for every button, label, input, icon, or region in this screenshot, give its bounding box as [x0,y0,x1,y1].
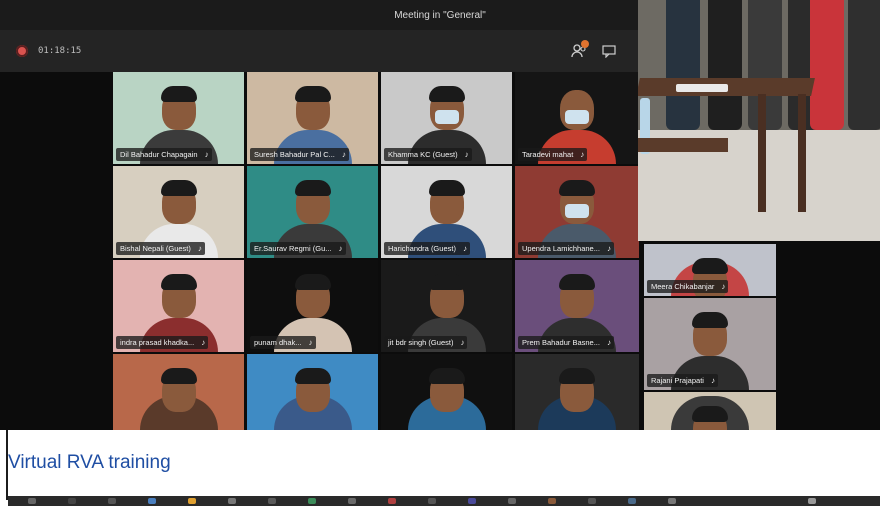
mic-icon: ♪ [462,244,467,253]
participant-tile[interactable]: jit bdr singh (Guest) ♪ [381,260,512,352]
participant-hair [428,180,465,196]
participant-hair [559,368,595,384]
participant-hair [692,258,728,274]
mic-icon: ♪ [721,282,726,291]
meeting-window: Meeting in "General" 01:18:15 Dil Bahadu… [0,0,880,430]
window-title: Meeting in "General" [394,9,486,21]
participant-hair [559,274,595,290]
mic-icon: ♪ [580,150,585,159]
participant-tile[interactable] [247,354,378,430]
participant-name: Meera Chikabanjar ♪ [647,280,729,293]
participant-tile[interactable]: Prem Bahadur Basne... ♪ [515,260,639,352]
room-photo [638,0,880,241]
participant-tile[interactable]: Suresh Bahadur Pal C... ♪ [247,72,378,164]
participant-tile[interactable]: Taradevi mahat ♪ [515,72,639,164]
mic-icon: ♪ [464,150,469,159]
meeting-timer: 01:18:15 [38,46,82,56]
participant-hair [428,274,465,290]
participant-name-text: indra prasad khadka... [120,338,195,347]
participant-name: Prem Bahadur Basne... ♪ [518,336,614,349]
face-mask [565,110,589,124]
face-mask [565,204,589,218]
participant-name-text: Bishal Nepali (Guest) [120,244,191,253]
participant-hair [294,368,331,384]
participant-hair [428,86,465,102]
participant-name: Khamma KC (Guest) ♪ [384,148,472,161]
mic-icon: ♪ [204,150,209,159]
mic-icon: ♪ [710,376,715,385]
participant-tile[interactable]: Dil Bahadur Chapagain ♪ [113,72,244,164]
participant-name: Er.Saurav Regmi (Gu... ♪ [250,242,346,255]
participant-tile[interactable]: Khamma KC (Guest) ♪ [381,72,512,164]
mic-icon: ♪ [341,150,346,159]
participant-name: Taradevi mahat ♪ [518,148,588,161]
participant-tile[interactable]: indra prasad khadka... ♪ [113,260,244,352]
mic-icon: ♪ [308,338,313,347]
participant-tile[interactable] [515,354,639,430]
mic-icon: ♪ [606,244,611,253]
participant-hair [294,86,331,102]
participant-name: indra prasad khadka... ♪ [116,336,209,349]
participant-tile[interactable] [113,354,244,430]
participant-tile[interactable]: Harichandra (Guest) ♪ [381,166,512,258]
recording-icon [16,45,28,57]
participant-hair [294,180,331,196]
participant-name-text: Prem Bahadur Basne... [522,338,600,347]
participant-name: punam dhak... ♪ [250,336,316,349]
participant-name: Suresh Bahadur Pal C... ♪ [250,148,349,161]
participant-hair [160,274,197,290]
taskbar [8,496,880,506]
chat-icon[interactable] [600,42,618,60]
participant-tile[interactable] [381,354,512,430]
participant-name-text: Meera Chikabanjar [651,282,715,291]
participant-hair [428,368,465,384]
participant-tile[interactable]: Upendra Lamichhane... ♪ [515,166,639,258]
participant-tile[interactable]: Rajani Prajapati ♪ [644,298,776,390]
participant-hair [160,368,197,384]
participant-hair [692,406,728,422]
participant-name-text: punam dhak... [254,338,302,347]
notification-badge [581,40,589,48]
participant-hair [160,86,197,102]
mic-icon: ♪ [338,244,343,253]
participant-name-text: jit bdr singh (Guest) [388,338,454,347]
participant-name-text: Taradevi mahat [522,150,574,159]
participant-name-text: Upendra Lamichhane... [522,244,600,253]
participant-name: Dil Bahadur Chapagain ♪ [116,148,212,161]
participant-tile[interactable]: Er.Saurav Regmi (Gu... ♪ [247,166,378,258]
participant-hair [559,180,595,196]
caption: Virtual RVA training [8,452,171,473]
participant-hair [294,274,331,290]
participant-tile[interactable]: punam dhak... ♪ [247,260,378,352]
mic-icon: ♪ [201,338,206,347]
participant-name-text: Harichandra (Guest) [388,244,456,253]
participant-tile[interactable] [644,392,776,430]
participant-hair [160,180,197,196]
mic-icon: ♪ [197,244,202,253]
participant-tile[interactable]: Bishal Nepali (Guest) ♪ [113,166,244,258]
participant-name-text: Er.Saurav Regmi (Gu... [254,244,332,253]
mic-icon: ♪ [606,338,611,347]
participant-name: Harichandra (Guest) ♪ [384,242,470,255]
mic-icon: ♪ [460,338,465,347]
participant-name-text: Dil Bahadur Chapagain [120,150,198,159]
participant-tile[interactable]: Meera Chikabanjar ♪ [644,244,776,296]
participant-name: jit bdr singh (Guest) ♪ [384,336,468,349]
face-mask [434,110,459,124]
participant-hair [692,312,728,328]
participant-name: Bishal Nepali (Guest) ♪ [116,242,205,255]
participant-name-text: Rajani Prajapati [651,376,704,385]
participant-name-text: Suresh Bahadur Pal C... [254,150,335,159]
participant-name: Upendra Lamichhane... ♪ [518,242,614,255]
participant-name-text: Khamma KC (Guest) [388,150,458,159]
participant-name: Rajani Prajapati ♪ [647,374,718,387]
